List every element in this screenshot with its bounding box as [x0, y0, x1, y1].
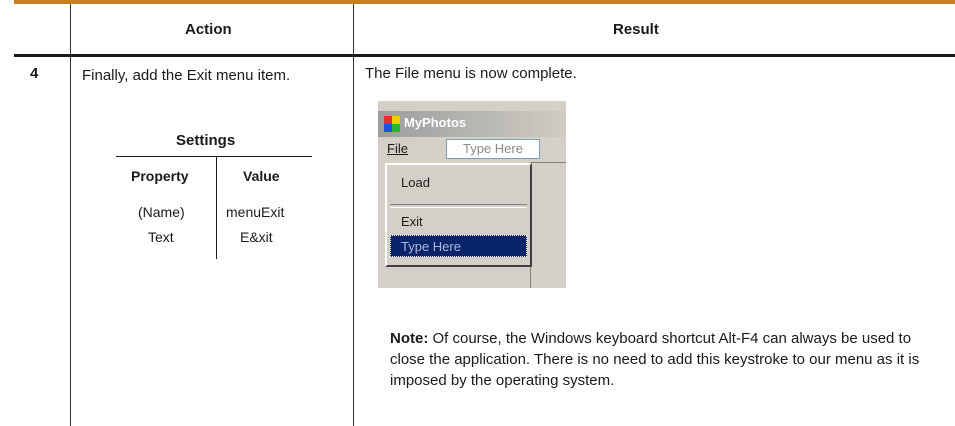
- step-number: 4: [30, 65, 39, 82]
- menu-file[interactable]: File: [387, 141, 408, 156]
- window-titlebar: MyPhotos: [378, 111, 566, 137]
- result-text: The File menu is now complete.: [365, 65, 577, 82]
- menu-item-exit[interactable]: Exit: [401, 214, 423, 229]
- menu-type-here-box[interactable]: Type Here: [446, 139, 540, 159]
- menu-separator: [390, 204, 527, 208]
- header-result: Result: [613, 21, 659, 38]
- column-divider-step: [70, 4, 71, 426]
- settings-cell-property: Text: [148, 229, 174, 245]
- note-label: Note:: [390, 330, 429, 347]
- window-title: MyPhotos: [404, 115, 467, 130]
- column-divider-result: [353, 4, 354, 426]
- app-icon: [384, 116, 400, 132]
- form-area: [530, 162, 566, 288]
- header-action: Action: [185, 21, 232, 38]
- settings-title: Settings: [176, 132, 236, 149]
- settings-rule: [116, 156, 312, 157]
- menu-screenshot: MyPhotos File Type Here Load Exit Type H…: [378, 101, 566, 288]
- settings-cell-value: menuExit: [226, 204, 285, 220]
- settings-header-value: Value: [243, 168, 280, 184]
- settings-cell-property: (Name): [138, 204, 185, 220]
- note-paragraph: Note: Of course, the Windows keyboard sh…: [390, 328, 950, 391]
- menu-item-type-here[interactable]: Type Here: [390, 235, 527, 257]
- settings-cell-value: E&xit: [240, 229, 273, 245]
- settings-header-property: Property: [131, 168, 189, 184]
- top-rule: [14, 0, 955, 4]
- header-rule: [14, 54, 955, 57]
- menu-bar: File Type Here: [378, 137, 566, 161]
- action-text: Finally, add the Exit menu item.: [82, 67, 291, 84]
- file-dropdown-menu: Load Exit Type Here: [385, 163, 532, 267]
- menu-item-load[interactable]: Load: [401, 175, 430, 190]
- note-text: Of course, the Windows keyboard shortcut…: [390, 330, 920, 389]
- settings-divider: [216, 157, 217, 259]
